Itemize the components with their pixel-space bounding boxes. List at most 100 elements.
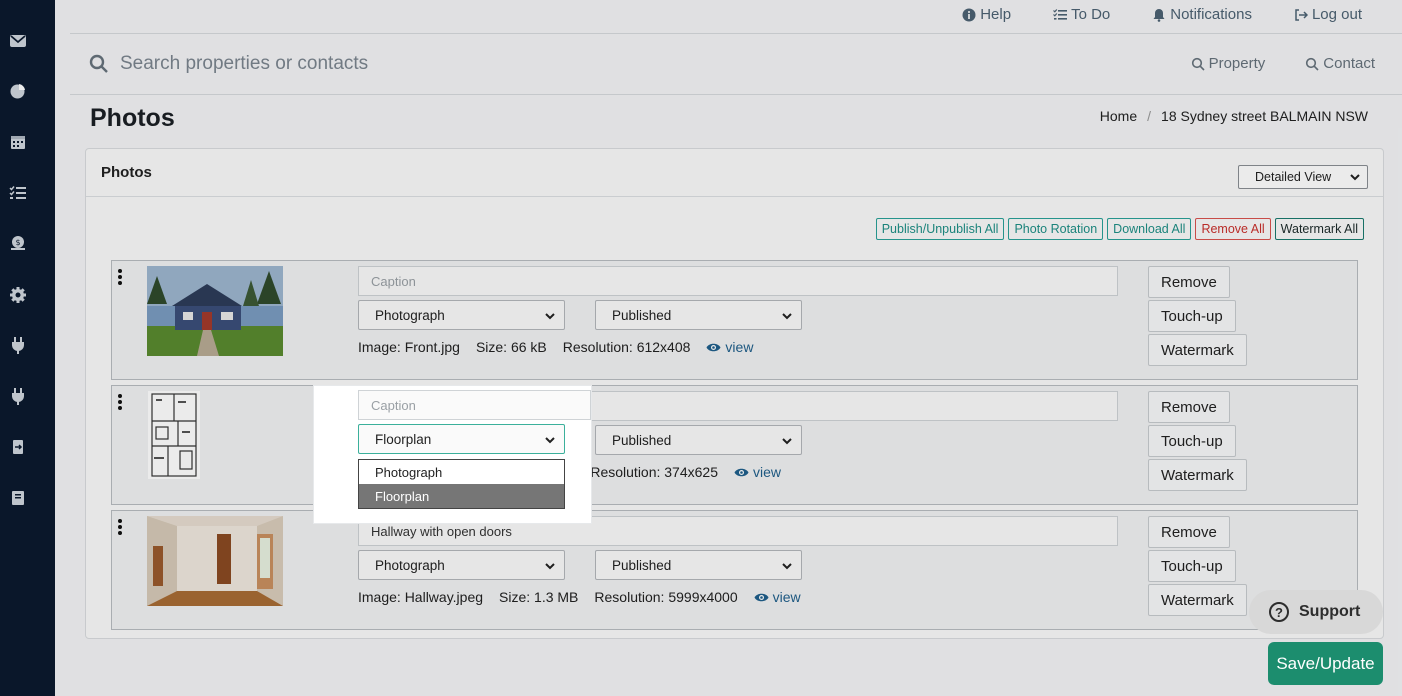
photos-card: Photos Detailed View Publish/Unpublish A… — [85, 148, 1384, 639]
image-resolution: Resolution: 5999x4000 — [594, 589, 738, 605]
info-icon — [962, 8, 976, 21]
chevron-down-icon — [782, 313, 792, 320]
logout-icon — [1295, 8, 1308, 21]
touchup-button[interactable]: Touch-up — [1148, 550, 1236, 582]
photo-rotation-button[interactable]: Photo Rotation — [1008, 218, 1104, 240]
pie-chart-icon[interactable] — [8, 81, 28, 101]
publish-status-select[interactable]: Published — [595, 425, 802, 455]
photo-row: Hallway with open doors Photograph Publi… — [111, 510, 1358, 630]
bulk-actions: Publish/Unpublish All Photo Rotation Dow… — [875, 218, 1364, 240]
chevron-down-icon — [545, 437, 555, 444]
breadcrumb-home[interactable]: Home — [1100, 108, 1137, 124]
photo-thumbnail[interactable] — [147, 516, 283, 606]
chevron-down-icon — [1350, 174, 1360, 181]
support-button[interactable]: ? Support — [1249, 590, 1383, 634]
caption-input[interactable]: Caption — [358, 390, 591, 420]
top-nav: Help To Do Notifications Log out — [920, 6, 1362, 23]
chevron-down-icon — [545, 313, 555, 320]
save-update-button[interactable]: Save/Update — [1268, 642, 1383, 685]
image-filename: Image: Front.jpg — [358, 339, 460, 355]
checklist-icon — [1053, 8, 1068, 20]
publish-status-value: Published — [612, 433, 672, 448]
help-link[interactable]: Help — [962, 6, 1011, 23]
eye-icon — [754, 593, 769, 601]
remove-button[interactable]: Remove — [1148, 516, 1230, 548]
card-header: Photos Detailed View — [86, 149, 1383, 197]
remove-button[interactable]: Remove — [1148, 266, 1230, 298]
photo-thumbnail[interactable] — [148, 391, 200, 479]
search-contact-link[interactable]: Contact — [1305, 55, 1375, 72]
publish-status-select[interactable]: Published — [595, 550, 802, 580]
focused-photo-type-area: Caption Floorplan Photograph Floorplan — [314, 386, 591, 523]
watermark-button[interactable]: Watermark — [1148, 459, 1247, 491]
notifications-link[interactable]: Notifications — [1152, 6, 1252, 23]
search-property-link[interactable]: Property — [1191, 55, 1266, 72]
photo-type-value: Photograph — [375, 558, 445, 573]
dropdown-option-photograph[interactable]: Photograph — [359, 460, 564, 484]
view-mode-select[interactable]: Detailed View — [1238, 165, 1368, 189]
watermark-button[interactable]: Watermark — [1148, 584, 1247, 616]
watermark-all-button[interactable]: Watermark All — [1274, 218, 1364, 240]
view-label: view — [725, 339, 754, 355]
drag-handle-icon[interactable] — [117, 394, 123, 410]
todo-label: To Do — [1071, 6, 1111, 23]
calendar-icon[interactable] — [8, 132, 28, 152]
breadcrumb-separator: / — [1147, 108, 1152, 124]
logout-label: Log out — [1311, 6, 1362, 23]
support-label: Support — [1299, 603, 1361, 620]
file-transfer-icon[interactable] — [8, 437, 28, 457]
photo-meta: Image: Front.jpg Size: 66 kB Resolution:… — [358, 339, 753, 355]
chevron-down-icon — [545, 563, 555, 570]
drag-handle-icon[interactable] — [117, 519, 123, 535]
money-icon[interactable]: $ — [8, 233, 28, 253]
eye-icon — [706, 343, 721, 351]
search-icon — [89, 54, 108, 73]
help-label: Help — [980, 6, 1012, 23]
photo-type-dropdown: Photograph Floorplan — [358, 459, 565, 509]
eye-icon — [734, 468, 749, 476]
gear-icon[interactable] — [8, 285, 28, 305]
task-list-icon[interactable] — [8, 183, 28, 203]
photo-type-select[interactable]: Photograph — [358, 550, 565, 580]
photo-row: Caption Photograph Published Image: Fron… — [111, 260, 1358, 380]
main-area: Help To Do Notifications Log out Search … — [55, 0, 1402, 696]
photo-row: Caption Published B Resolution: 374x625 … — [111, 385, 1358, 505]
plug-icon[interactable] — [8, 386, 28, 406]
todo-link[interactable]: To Do — [1053, 6, 1110, 23]
drag-handle-icon[interactable] — [117, 269, 123, 285]
page-title: Photos — [90, 104, 175, 132]
question-icon: ? — [1269, 602, 1289, 622]
remove-all-button[interactable]: Remove All — [1195, 218, 1271, 240]
sidebar: $ — [0, 0, 55, 696]
notifications-label: Notifications — [1170, 6, 1252, 23]
chevron-down-icon — [782, 438, 792, 445]
image-size: Size: 66 kB — [475, 339, 547, 355]
property-label: Property — [1208, 55, 1266, 72]
book-icon[interactable] — [8, 488, 28, 508]
photo-thumbnail[interactable] — [147, 266, 283, 356]
search-icon — [1306, 57, 1319, 71]
download-all-button[interactable]: Download All — [1107, 218, 1192, 240]
touchup-button[interactable]: Touch-up — [1148, 425, 1236, 457]
publish-status-select[interactable]: Published — [595, 300, 802, 330]
search-input[interactable]: Search properties or contacts — [120, 53, 368, 75]
card-title: Photos — [101, 164, 152, 181]
view-link[interactable]: view — [754, 589, 801, 605]
plug-icon[interactable] — [8, 335, 28, 355]
caption-input[interactable]: Caption — [358, 266, 1118, 296]
view-link[interactable]: view — [734, 464, 781, 480]
image-filename: Image: Hallway.jpeg — [358, 589, 484, 605]
watermark-button[interactable]: Watermark — [1148, 334, 1247, 366]
view-link[interactable]: view — [706, 339, 753, 355]
dropdown-option-floorplan[interactable]: Floorplan — [359, 484, 564, 508]
search-icon — [1191, 57, 1205, 71]
mail-icon[interactable] — [8, 31, 28, 51]
touchup-button[interactable]: Touch-up — [1148, 300, 1236, 332]
breadcrumb: Home / 18 Sydney street BALMAIN NSW — [1100, 108, 1368, 124]
photo-type-select[interactable]: Floorplan — [358, 424, 565, 454]
chevron-down-icon — [782, 563, 792, 570]
logout-link[interactable]: Log out — [1294, 6, 1362, 23]
remove-button[interactable]: Remove — [1148, 391, 1230, 423]
publish-unpublish-all-button[interactable]: Publish/Unpublish All — [875, 218, 1005, 240]
photo-type-select[interactable]: Photograph — [358, 300, 565, 330]
